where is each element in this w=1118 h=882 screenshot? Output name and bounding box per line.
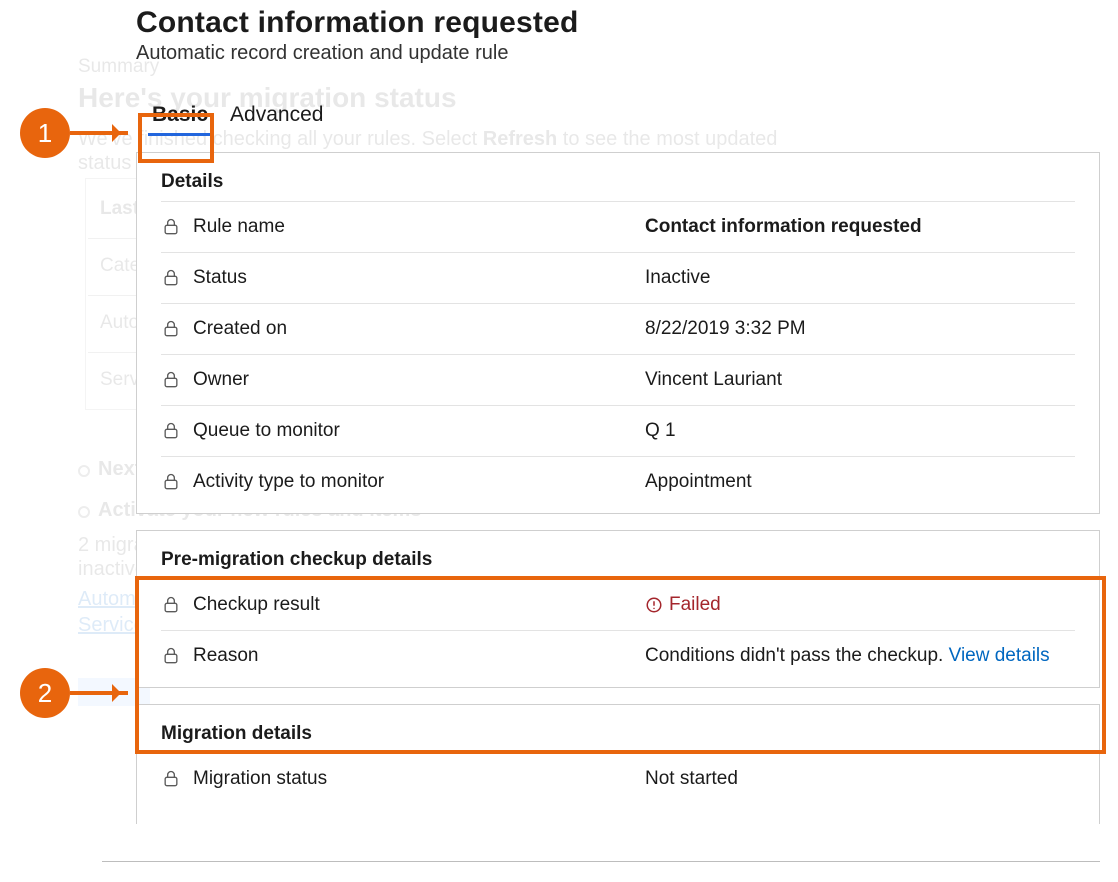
page-subtitle: Automatic record creation and update rul… bbox=[136, 42, 1100, 65]
section-migration: Migration details Migration status Not s… bbox=[136, 704, 1100, 824]
section-premigration: Pre-migration checkup details Checkup re… bbox=[136, 530, 1100, 688]
section-details-title: Details bbox=[161, 171, 1075, 193]
tab-advanced[interactable]: Advanced bbox=[226, 99, 327, 136]
value-queue: Q 1 bbox=[645, 420, 1075, 442]
value-owner: Vincent Lauriant bbox=[645, 369, 1075, 391]
lock-icon bbox=[161, 319, 181, 339]
tab-basic[interactable]: Basic bbox=[148, 99, 212, 136]
value-created-on: 8/22/2019 3:32 PM bbox=[645, 318, 1075, 340]
value-reason: Conditions didn't pass the checkup. View… bbox=[645, 645, 1075, 667]
row-reason: Reason Conditions didn't pass the checku… bbox=[161, 630, 1075, 681]
view-details-link[interactable]: View details bbox=[949, 645, 1050, 666]
label-reason: Reason bbox=[193, 645, 645, 667]
lock-icon bbox=[161, 595, 181, 615]
arrow-2 bbox=[70, 691, 128, 695]
section-details: Details Rule name Contact information re… bbox=[136, 152, 1100, 514]
row-rule-name: Rule name Contact information requested bbox=[161, 201, 1075, 252]
label-queue: Queue to monitor bbox=[193, 420, 645, 442]
value-migration-status: Not started bbox=[645, 768, 1075, 790]
record-panel: Contact information requested Automatic … bbox=[136, 6, 1100, 824]
label-status: Status bbox=[193, 267, 645, 289]
label-rule-name: Rule name bbox=[193, 216, 645, 238]
value-status: Inactive bbox=[645, 267, 1075, 289]
section-premigration-title: Pre-migration checkup details bbox=[161, 549, 1075, 571]
row-created-on: Created on 8/22/2019 3:32 PM bbox=[161, 303, 1075, 354]
lock-icon bbox=[161, 370, 181, 390]
label-owner: Owner bbox=[193, 369, 645, 391]
lock-icon bbox=[161, 646, 181, 666]
value-activity: Appointment bbox=[645, 471, 1075, 493]
row-activity: Activity type to monitor Appointment bbox=[161, 456, 1075, 507]
label-activity: Activity type to monitor bbox=[193, 471, 645, 493]
lock-icon bbox=[161, 421, 181, 441]
value-checkup-result: Failed bbox=[645, 594, 1075, 616]
lock-icon bbox=[161, 268, 181, 288]
row-status: Status Inactive bbox=[161, 252, 1075, 303]
page-title: Contact information requested bbox=[136, 6, 1100, 40]
row-checkup-result: Checkup result Failed bbox=[161, 579, 1075, 630]
row-queue: Queue to monitor Q 1 bbox=[161, 405, 1075, 456]
lock-icon bbox=[161, 769, 181, 789]
bottom-divider bbox=[102, 861, 1100, 862]
value-rule-name: Contact information requested bbox=[645, 216, 1075, 238]
callout-1: 1 bbox=[20, 108, 70, 158]
label-checkup-result: Checkup result bbox=[193, 594, 645, 616]
lock-icon bbox=[161, 217, 181, 237]
label-migration-status: Migration status bbox=[193, 768, 645, 790]
section-migration-title: Migration details bbox=[161, 723, 1075, 745]
label-created-on: Created on bbox=[193, 318, 645, 340]
lock-icon bbox=[161, 472, 181, 492]
arrow-1 bbox=[70, 131, 128, 135]
tab-list: Basic Advanced bbox=[148, 99, 1100, 136]
row-owner: Owner Vincent Lauriant bbox=[161, 354, 1075, 405]
callout-2: 2 bbox=[20, 668, 70, 718]
error-icon bbox=[645, 596, 663, 614]
row-migration-status: Migration status Not started bbox=[161, 753, 1075, 804]
